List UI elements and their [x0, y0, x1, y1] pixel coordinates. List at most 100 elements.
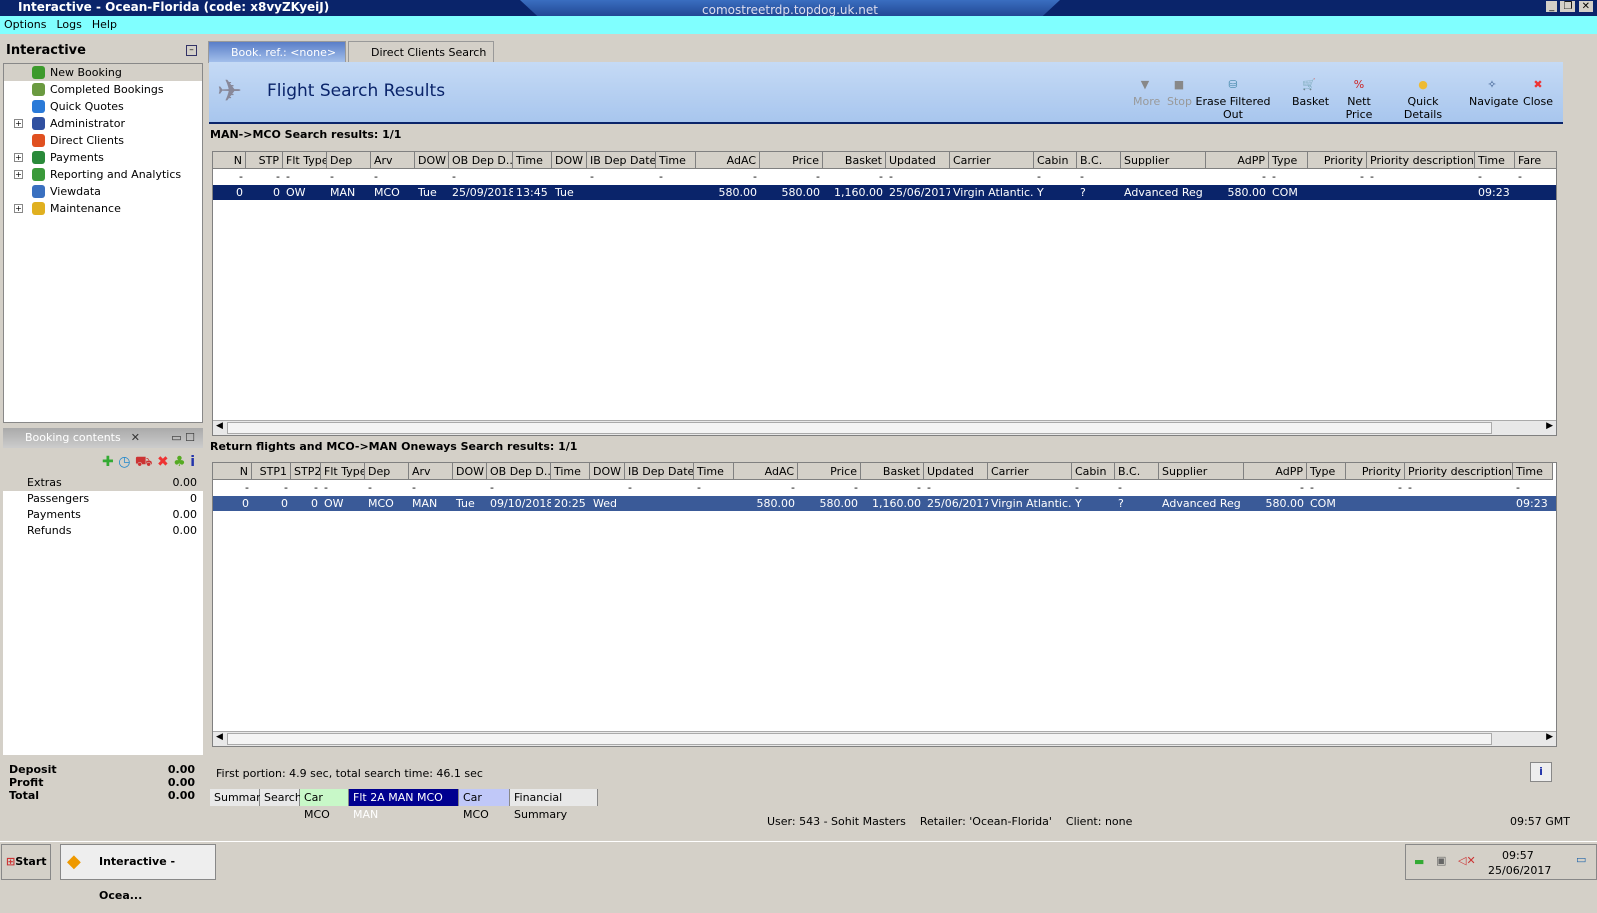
- column-header[interactable]: Priority: [1308, 152, 1367, 169]
- filter-cell[interactable]: -: [694, 480, 734, 495]
- filter-cell[interactable]: -: [371, 169, 415, 184]
- column-header[interactable]: Type: [1307, 463, 1346, 480]
- column-header[interactable]: Time: [656, 152, 696, 169]
- column-header[interactable]: Dep: [327, 152, 371, 169]
- filter-cell[interactable]: [551, 480, 590, 495]
- filter-cell[interactable]: -: [760, 169, 823, 184]
- column-header[interactable]: B.C.: [1077, 152, 1121, 169]
- filter-cell[interactable]: -: [861, 480, 924, 495]
- column-header[interactable]: Fare: [1515, 152, 1556, 169]
- filter-cell[interactable]: -: [1515, 169, 1556, 184]
- table-row[interactable]: 0 0 OW MAN MCO Tue 25/09/2018 13:45 Tue 580.00 580…: [213, 185, 1556, 200]
- desktop-icon[interactable]: ▭: [1576, 853, 1586, 866]
- column-header[interactable]: Updated: [886, 152, 950, 169]
- column-header[interactable]: Price: [760, 152, 823, 169]
- sidebar-item[interactable]: New Booking: [4, 64, 202, 81]
- column-header[interactable]: Priority: [1346, 463, 1405, 480]
- bottom-tab[interactable]: Summary: [210, 789, 267, 806]
- scroll-right-icon[interactable]: ▶: [1546, 732, 1553, 742]
- filter-cell[interactable]: -: [409, 480, 453, 495]
- filter-cell[interactable]: -: [1475, 169, 1515, 184]
- window-controls-icon[interactable]: ▭ ☐: [171, 428, 195, 448]
- bottom-tab[interactable]: Financial Summary: [510, 789, 598, 821]
- sidebar-item[interactable]: Completed Bookings: [4, 81, 202, 98]
- palm-icon[interactable]: ♣: [173, 454, 186, 470]
- booking-row[interactable]: Extras 0.00: [3, 475, 203, 491]
- column-header[interactable]: N: [213, 463, 252, 480]
- filter-cell[interactable]: [552, 169, 587, 184]
- expand-icon[interactable]: +: [14, 153, 23, 162]
- table-row[interactable]: 0 0 0 OW MCO MAN Tue 09/10/2018 20:25 Wed 580.00 58…: [213, 496, 1556, 511]
- toolbar-basket-button[interactable]: 🛒 Basket: [1292, 78, 1329, 108]
- filter-cell[interactable]: -: [365, 480, 409, 495]
- horizontal-scrollbar[interactable]: ◀ ▶: [213, 731, 1556, 746]
- clock-icon[interactable]: ◷: [118, 454, 130, 470]
- toolbar-stop-button[interactable]: ■ Stop: [1167, 78, 1192, 108]
- bottom-tab[interactable]: Flt 2A MAN MCO MAN: [349, 789, 459, 821]
- toolbar-more-button[interactable]: ▼ More: [1133, 78, 1160, 108]
- column-header[interactable]: B.C.: [1115, 463, 1159, 480]
- restore-icon[interactable]: ❐: [1560, 1, 1576, 12]
- filter-cell[interactable]: -: [449, 169, 513, 184]
- column-header[interactable]: DOW: [590, 463, 625, 480]
- basket-icon[interactable]: ⛟: [135, 454, 153, 470]
- info-button[interactable]: i: [1530, 762, 1552, 782]
- scroll-left-icon[interactable]: ◀: [216, 421, 223, 431]
- column-header[interactable]: Type: [1269, 152, 1308, 169]
- toolbar-nett-price-button[interactable]: % Nett Price: [1334, 78, 1384, 121]
- expand-icon[interactable]: +: [14, 170, 23, 179]
- booking-row[interactable]: Payments 0.00: [3, 507, 203, 523]
- column-header[interactable]: DOW: [552, 152, 587, 169]
- column-header[interactable]: Cabin: [1034, 152, 1077, 169]
- filter-cell[interactable]: [988, 480, 1072, 495]
- bottom-tab[interactable]: Car MCO: [300, 789, 349, 821]
- scroll-left-icon[interactable]: ◀: [216, 732, 223, 742]
- scroll-thumb[interactable]: [227, 733, 1492, 745]
- taskbar-item-interactive[interactable]: ◆ Interactive - Ocea...: [60, 844, 216, 902]
- filter-cell[interactable]: -: [246, 169, 283, 184]
- filter-cell[interactable]: -: [886, 169, 950, 184]
- filter-cell[interactable]: -: [798, 480, 861, 495]
- toolbar-erase-filtered-out-button[interactable]: ⛁ Erase Filtered Out: [1189, 78, 1277, 121]
- filter-cell[interactable]: -: [924, 480, 988, 495]
- column-header[interactable]: Priority description: [1367, 152, 1475, 169]
- filter-cell[interactable]: -: [587, 169, 656, 184]
- filter-cell[interactable]: [513, 169, 552, 184]
- sidebar-item[interactable]: + Administrator: [4, 115, 202, 132]
- column-header[interactable]: Updated: [924, 463, 988, 480]
- sidebar-item[interactable]: Quick Quotes: [4, 98, 202, 115]
- column-header[interactable]: Supplier: [1159, 463, 1244, 480]
- column-header[interactable]: N: [213, 152, 246, 169]
- filter-cell[interactable]: -: [487, 480, 551, 495]
- filter-cell[interactable]: -: [1115, 480, 1159, 495]
- column-header[interactable]: Time: [1475, 152, 1515, 169]
- filter-cell[interactable]: -: [283, 169, 327, 184]
- close-icon[interactable]: ✕: [131, 431, 140, 444]
- close-icon[interactable]: ✕: [1578, 1, 1593, 12]
- add-icon[interactable]: ✚: [102, 454, 114, 470]
- column-header[interactable]: STP: [246, 152, 283, 169]
- column-header[interactable]: Arv: [409, 463, 453, 480]
- filter-cell[interactable]: -: [1405, 480, 1513, 495]
- column-header[interactable]: AdPP: [1206, 152, 1269, 169]
- sidebar-item[interactable]: Direct Clients: [4, 132, 202, 149]
- column-header[interactable]: Arv: [371, 152, 415, 169]
- filter-cell[interactable]: -: [213, 480, 252, 495]
- tab-direct-clients-search[interactable]: Direct Clients Search: [348, 41, 494, 63]
- bottom-tab[interactable]: Search: [260, 789, 302, 806]
- filter-cell[interactable]: -: [1307, 480, 1346, 495]
- column-header[interactable]: OB Dep D...: [449, 152, 513, 169]
- filter-cell[interactable]: [453, 480, 487, 495]
- network-icon[interactable]: ▣: [1436, 854, 1446, 867]
- filter-cell[interactable]: -: [823, 169, 886, 184]
- sidebar-item[interactable]: + Reporting and Analytics: [4, 166, 202, 183]
- column-header[interactable]: IB Dep Date: [587, 152, 656, 169]
- filter-cell[interactable]: -: [625, 480, 694, 495]
- menu-help[interactable]: Help: [92, 18, 117, 31]
- column-header[interactable]: AdAC: [696, 152, 760, 169]
- horizontal-scrollbar[interactable]: ◀ ▶: [213, 420, 1556, 435]
- filter-cell[interactable]: -: [1367, 169, 1475, 184]
- column-header[interactable]: Flt Type: [283, 152, 327, 169]
- filter-cell[interactable]: [1159, 480, 1244, 495]
- toolbar-navigate-button[interactable]: ✧ Navigate: [1469, 78, 1518, 108]
